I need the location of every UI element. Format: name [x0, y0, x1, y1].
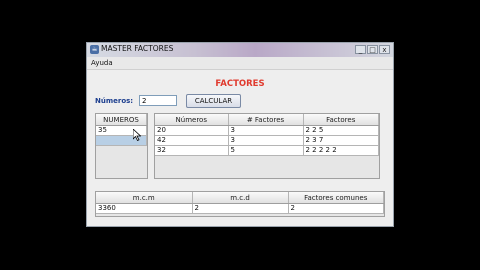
table-row[interactable]: 3360 2 2	[96, 203, 384, 214]
col-header-mcm[interactable]: m.c.m	[96, 192, 193, 204]
title-bar[interactable]: ☕ MASTER FACTORES _ □ x	[87, 43, 393, 57]
factors-table: Números # Factores Factores 20 3 2 2 5 4…	[155, 114, 379, 156]
col-header-factores-comunes[interactable]: Factores comunes	[288, 192, 384, 204]
close-button[interactable]: x	[379, 45, 390, 54]
col-header-numeros[interactable]: Números	[155, 114, 229, 126]
minimize-button[interactable]: _	[355, 45, 366, 54]
numeros-input[interactable]: 2	[139, 95, 177, 106]
java-cup-icon: ☕	[90, 45, 99, 54]
factors-table-panel: Números # Factores Factores 20 3 2 2 5 4…	[154, 113, 380, 179]
numeros-list-panel: NUMEROS 35	[95, 113, 148, 179]
col-header-factores[interactable]: Factores	[303, 114, 379, 126]
maximize-button[interactable]: □	[367, 45, 378, 54]
table-row[interactable]: 20 3 2 2 5	[155, 125, 379, 136]
col-header-num-factores[interactable]: # Factores	[228, 114, 304, 126]
menu-ayuda[interactable]: Ayuda	[91, 59, 113, 67]
numeros-label: Números:	[95, 97, 134, 105]
numeros-list-header: NUMEROS	[96, 114, 147, 126]
menu-bar: Ayuda	[87, 57, 393, 70]
results-table: m.c.m m.c.d Factores comunes 3360 2 2	[96, 192, 384, 214]
calcular-button[interactable]: CALCULAR	[186, 94, 241, 108]
window-title: MASTER FACTORES	[101, 44, 174, 53]
col-header-mcd[interactable]: m.c.d	[192, 192, 289, 204]
mouse-cursor-icon	[133, 129, 141, 141]
page-heading: FACTORES	[215, 79, 265, 89]
table-row[interactable]: 32 5 2 2 2 2 2	[155, 145, 379, 156]
results-table-panel: m.c.m m.c.d Factores comunes 3360 2 2	[95, 191, 385, 217]
table-row[interactable]: 42 3 2 3 7	[155, 135, 379, 146]
